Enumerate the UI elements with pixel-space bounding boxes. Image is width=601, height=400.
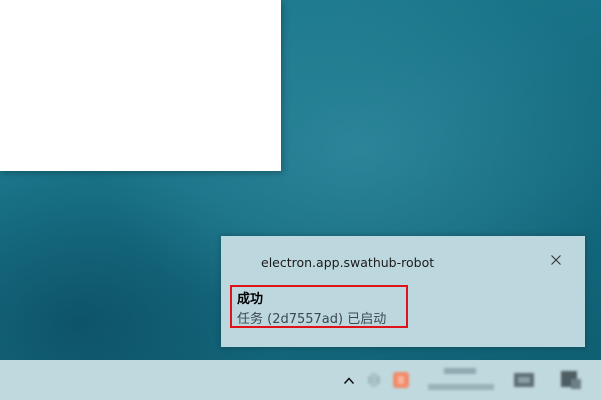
app-tray-icon-orange[interactable] — [391, 370, 411, 390]
app-window[interactable] — [0, 0, 281, 171]
action-center-icon[interactable] — [558, 368, 584, 392]
toast-message: 任务 (2d7557ad) 已启动 — [237, 312, 387, 327]
toast-app-name: electron.app.swathub-robot — [261, 255, 435, 270]
clock-blurred[interactable] — [424, 364, 498, 396]
taskbar — [0, 360, 601, 400]
toast-notification[interactable]: electron.app.swathub-robot 成功 任务 (2d7557… — [221, 236, 585, 347]
close-icon[interactable] — [548, 252, 564, 268]
desktop: electron.app.swathub-robot 成功 任务 (2d7557… — [0, 0, 601, 400]
app-tray-icon[interactable] — [366, 370, 382, 388]
toast-title: 成功 — [237, 292, 264, 307]
chevron-up-icon[interactable] — [342, 373, 356, 387]
network-icon[interactable] — [512, 369, 536, 391]
